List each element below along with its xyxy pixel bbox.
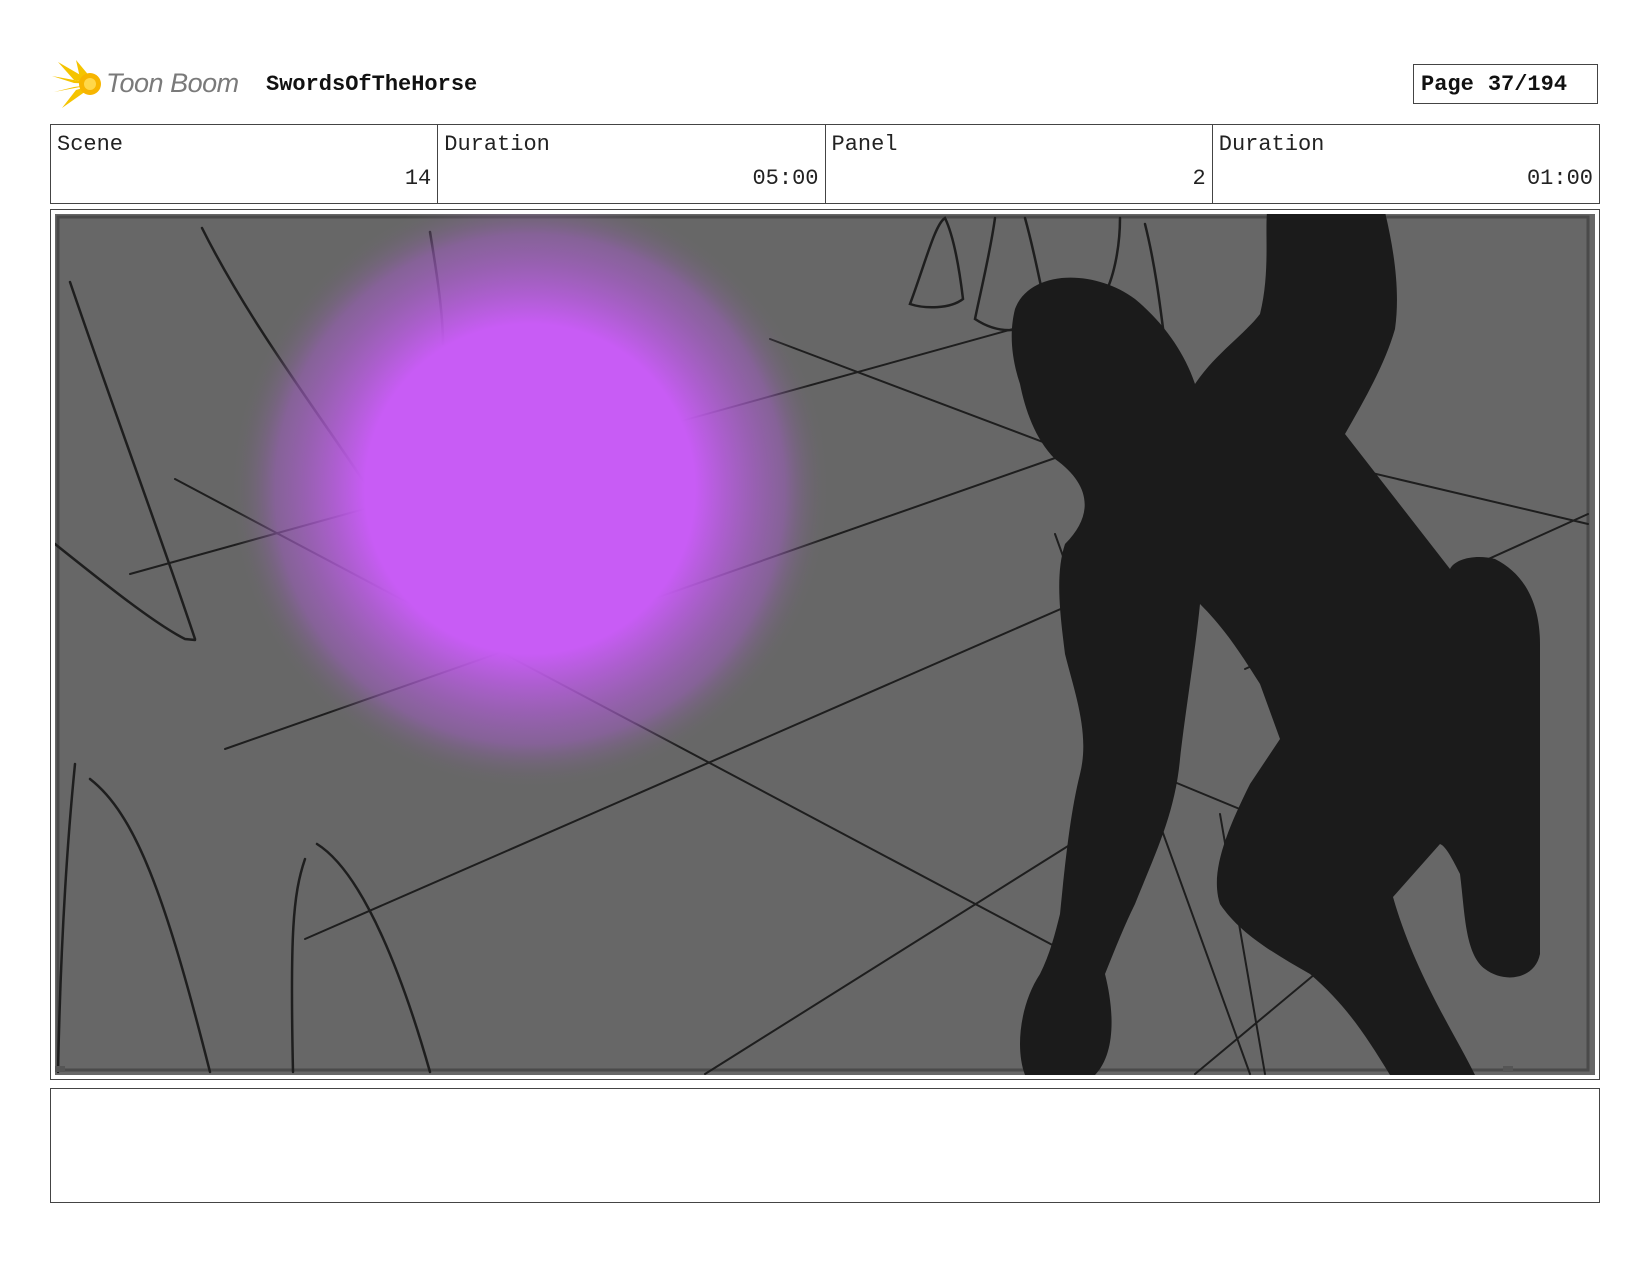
storyboard-panel xyxy=(50,209,1600,1080)
storyboard-header: Toon Boom SwordsOfTheHorse Page 37/194 xyxy=(50,56,1600,112)
magic-glow xyxy=(230,214,830,789)
scene-duration-label: Duration xyxy=(444,132,550,157)
logo-text: Toon Boom xyxy=(106,68,239,98)
scene-duration-value: 05:00 xyxy=(752,166,819,191)
panel-drawing xyxy=(55,214,1595,1075)
panel-duration-label: Duration xyxy=(1218,132,1325,157)
scene-duration-cell: Duration 05:00 xyxy=(438,125,826,203)
project-title: SwordsOfTheHorse xyxy=(266,72,478,97)
panel-label: Panel xyxy=(831,132,898,157)
scene-value: 14 xyxy=(404,166,432,191)
panel-info-table: Scene 14 Duration 05:00 Panel 2 Duration… xyxy=(50,124,1600,204)
panel-value: 2 xyxy=(1192,166,1206,191)
scene-label: Scene xyxy=(57,132,124,157)
panel-duration-cell: Duration 01:00 xyxy=(1213,125,1599,203)
page-indicator: Page 37/194 xyxy=(1413,64,1598,104)
page-label: Page xyxy=(1421,71,1474,97)
scene-cell: Scene 14 xyxy=(51,125,439,203)
starburst-icon xyxy=(52,60,101,108)
notes-box[interactable] xyxy=(50,1088,1600,1203)
toon-boom-logo: Toon Boom xyxy=(50,58,250,110)
panel-cell: Panel 2 xyxy=(826,125,1213,203)
page-number: 37/194 xyxy=(1487,71,1568,97)
panel-duration-value: 01:00 xyxy=(1526,166,1593,191)
